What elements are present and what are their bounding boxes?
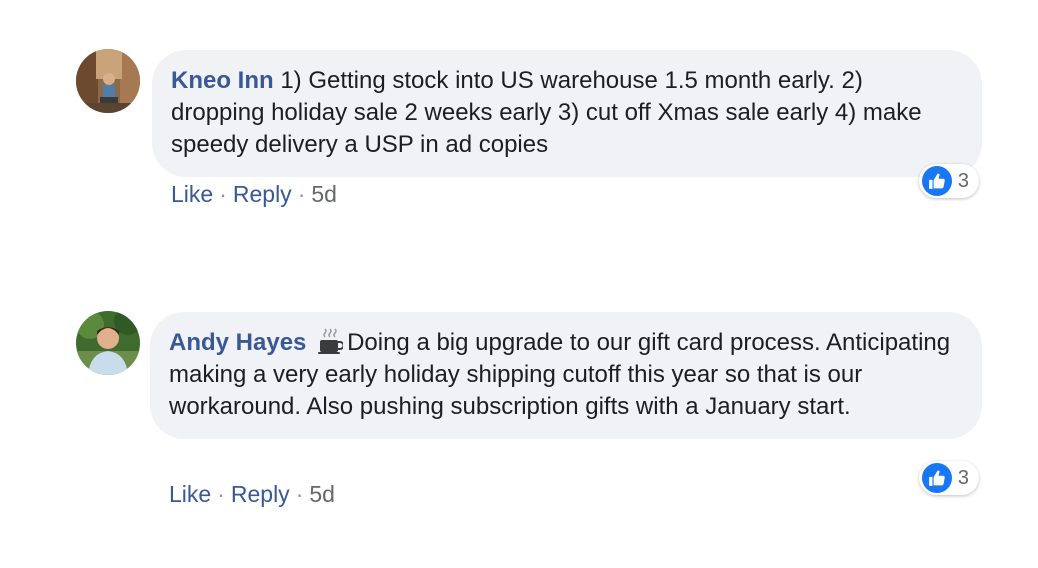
avatar-photo (76, 49, 140, 113)
avatar[interactable] (76, 49, 140, 113)
reaction-count: 3 (957, 169, 969, 192)
separator: · (297, 181, 306, 207)
separator: · (217, 481, 225, 507)
comment-bubble: Andy Hayes Doing a big upgrade to our gi… (150, 312, 982, 439)
thumbs-up-icon (921, 463, 952, 493)
reply-link[interactable]: Reply (233, 181, 292, 207)
thumbs-up-icon (921, 166, 952, 196)
comment-author[interactable]: Andy Hayes (169, 329, 306, 356)
comment-author[interactable]: Kneo Inn (171, 67, 274, 94)
separator: · (295, 481, 304, 507)
comment-actions: Like · Reply · 5d (169, 481, 335, 508)
reaction-summary[interactable]: 3 (918, 164, 979, 198)
comment-actions: Like · Reply · 5d (171, 181, 337, 208)
separator: · (219, 181, 227, 207)
comment-timestamp[interactable]: 5d (311, 181, 337, 207)
comment-bubble: Kneo Inn 1) Getting stock into US wareho… (152, 50, 982, 177)
comment-text: 1) Getting stock into US warehouse 1.5 m… (171, 67, 922, 158)
reaction-summary[interactable]: 3 (918, 461, 979, 495)
like-link[interactable]: Like (171, 181, 213, 207)
comment-timestamp[interactable]: 5d (309, 481, 335, 507)
mug-icon (318, 328, 344, 354)
avatar-photo (76, 311, 140, 375)
like-link[interactable]: Like (169, 481, 211, 507)
reply-link[interactable]: Reply (231, 481, 290, 507)
reaction-count: 3 (957, 466, 969, 489)
avatar[interactable] (76, 311, 140, 375)
